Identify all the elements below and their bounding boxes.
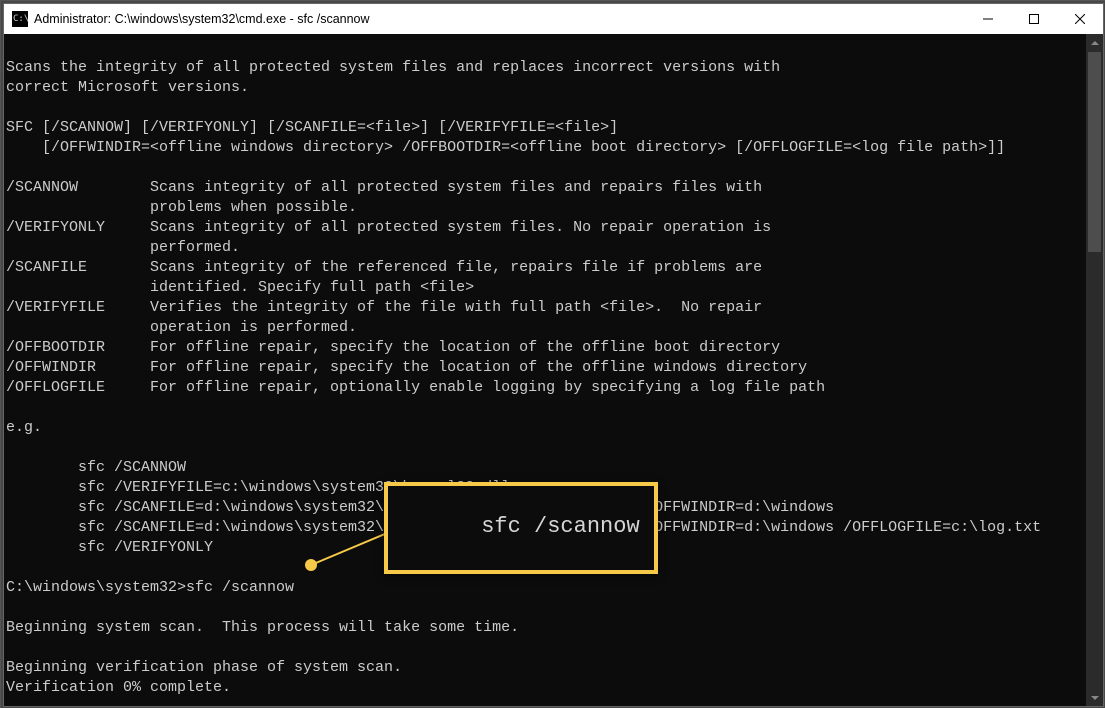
vertical-scrollbar[interactable] — [1086, 34, 1103, 706]
window-title: Administrator: C:\windows\system32\cmd.e… — [34, 12, 370, 26]
console-client-area: Scans the integrity of all protected sys… — [4, 34, 1103, 706]
minimize-button[interactable] — [965, 4, 1011, 34]
close-icon — [1075, 14, 1085, 24]
annotation-anchor-dot — [305, 559, 317, 571]
scrollbar-down-arrow[interactable] — [1086, 689, 1103, 706]
cmd-window: Administrator: C:\windows\system32\cmd.e… — [3, 3, 1104, 707]
annotation-callout: sfc /scannow — [384, 482, 658, 574]
close-button[interactable] — [1057, 4, 1103, 34]
titlebar[interactable]: Administrator: C:\windows\system32\cmd.e… — [4, 4, 1103, 34]
cmd-app-icon — [12, 11, 28, 27]
terminal-output[interactable]: Scans the integrity of all protected sys… — [4, 34, 1086, 706]
chevron-down-icon — [1091, 694, 1099, 702]
maximize-button[interactable] — [1011, 4, 1057, 34]
scrollbar-thumb[interactable] — [1088, 52, 1101, 252]
annotation-callout-text: sfc /scannow — [481, 514, 639, 539]
chevron-up-icon — [1091, 39, 1099, 47]
minimize-icon — [983, 14, 993, 24]
maximize-icon — [1029, 14, 1039, 24]
scrollbar-up-arrow[interactable] — [1086, 34, 1103, 51]
